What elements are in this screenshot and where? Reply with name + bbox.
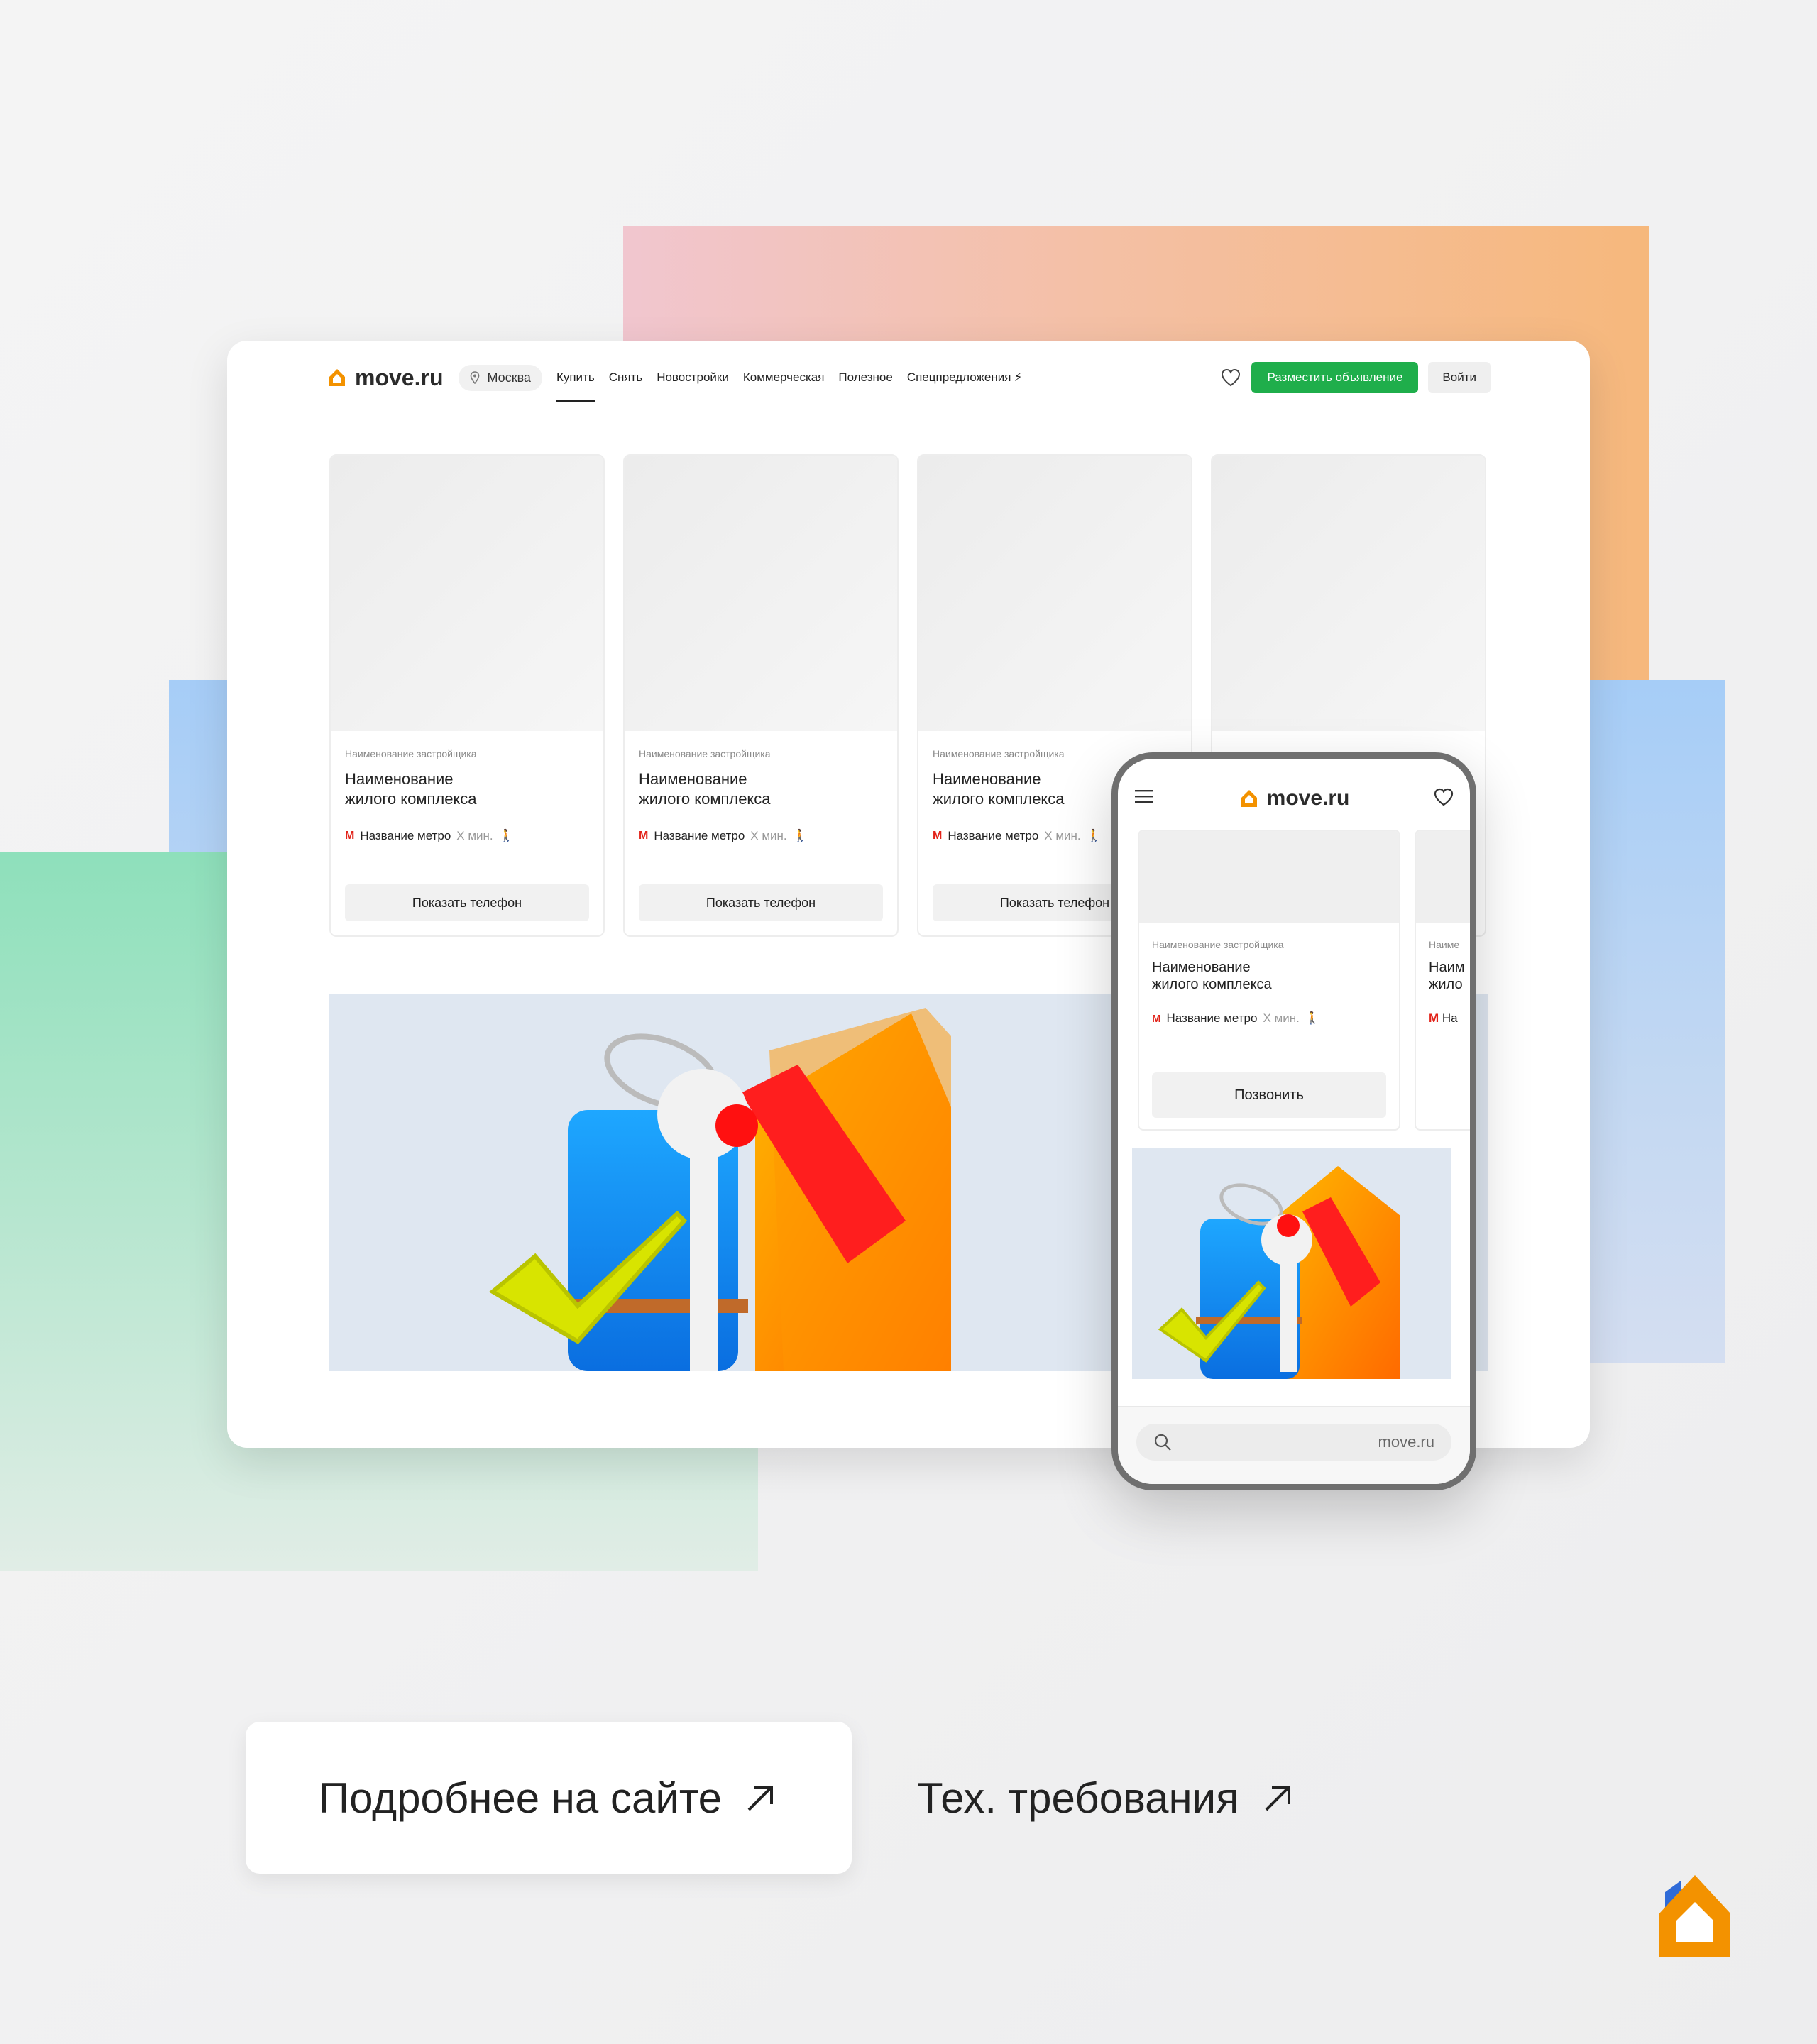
- card-developer: Наиме: [1429, 939, 1460, 950]
- card-title-line-1: Наим: [1429, 960, 1465, 975]
- phone-listing-card[interactable]: Наименование застройщика Наименование жи…: [1138, 830, 1400, 1131]
- card-title: Наименование жилого комплекса: [345, 770, 477, 808]
- heart-icon[interactable]: [1220, 368, 1241, 388]
- post-ad-button[interactable]: Разместить объявление: [1251, 362, 1419, 393]
- site-header: move.ru Москва Купить Снять Новостройки …: [326, 356, 1491, 402]
- card-developer: Наименование застройщика: [1152, 939, 1284, 950]
- header-actions: Разместить объявление Войти: [1220, 362, 1491, 393]
- more-on-site-button[interactable]: Подробнее на сайте: [246, 1722, 852, 1874]
- browser-bar: move.ru: [1118, 1406, 1470, 1484]
- card-image: [1416, 831, 1470, 923]
- walking-icon: 🚶: [792, 829, 808, 842]
- metro-icon: M: [639, 830, 649, 842]
- metro-minutes: Х мин.: [750, 829, 787, 842]
- address-url: move.ru: [1378, 1433, 1434, 1451]
- card-title: Наим жило: [1429, 959, 1470, 993]
- nav-buy[interactable]: Купить: [556, 363, 595, 402]
- phone-logo[interactable]: move.ru: [1239, 786, 1350, 811]
- card-image: [918, 456, 1191, 731]
- walking-icon: 🚶: [1086, 829, 1102, 842]
- metro-minutes: Х мин.: [1044, 829, 1081, 842]
- phone-promo-banner[interactable]: [1132, 1148, 1451, 1379]
- card-metro: M На: [1429, 1011, 1458, 1025]
- card-developer: Наименование застройщика: [345, 748, 477, 759]
- card-image: [1139, 831, 1399, 923]
- listing-card[interactable]: Наименование застройщика Наименование жи…: [329, 454, 605, 937]
- menu-icon[interactable]: [1135, 789, 1153, 804]
- tech-requirements-label: Тех. требования: [917, 1774, 1239, 1822]
- listing-card[interactable]: Наименование застройщика Наименование жи…: [623, 454, 899, 937]
- arrow-up-right-icon: [1265, 1786, 1290, 1811]
- metro-name: Название метро: [948, 829, 1039, 842]
- main-nav: Купить Снять Новостройки Коммерческая По…: [556, 363, 1023, 402]
- city-selector[interactable]: Москва: [459, 364, 542, 391]
- login-button[interactable]: Войти: [1428, 362, 1491, 393]
- search-icon: [1154, 1434, 1171, 1451]
- metro-icon: M: [345, 830, 355, 842]
- more-on-site-label: Подробнее на сайте: [318, 1774, 723, 1822]
- nav-special-offers[interactable]: Спецпредложения ⚡: [907, 363, 1023, 392]
- walking-icon: 🚶: [498, 829, 514, 842]
- card-metro: M Название метро Х мин. 🚶: [345, 829, 589, 843]
- brand-logo-icon: [1241, 790, 1257, 807]
- logo-text: move.ru: [355, 364, 444, 390]
- metro-name: Название метро: [1166, 1011, 1258, 1025]
- phone-mockup: move.ru Наименование застройщика Наимено…: [1111, 752, 1476, 1490]
- nav-commercial[interactable]: Коммерческая: [743, 363, 825, 392]
- site-logo[interactable]: move.ru: [326, 365, 443, 391]
- metro-minutes: Х мин.: [1263, 1011, 1300, 1025]
- walking-icon: 🚶: [1305, 1011, 1320, 1025]
- nav-useful[interactable]: Полезное: [838, 363, 892, 392]
- show-phone-button[interactable]: Показать телефон: [639, 884, 883, 921]
- call-button[interactable]: Позвонить: [1152, 1072, 1386, 1118]
- card-image: [331, 456, 603, 731]
- key-house-illustration: [1158, 1166, 1400, 1379]
- nav-new-buildings[interactable]: Новостройки: [657, 363, 729, 392]
- card-title: Наименование жилого комплекса: [1152, 960, 1272, 992]
- metro-name: На: [1442, 1011, 1458, 1025]
- metro-icon: M: [933, 830, 943, 842]
- card-image: [625, 456, 897, 731]
- metro-minutes: Х мин.: [456, 829, 493, 842]
- metro-name: Название метро: [654, 829, 745, 842]
- card-developer: Наименование застройщика: [639, 748, 771, 759]
- nav-rent[interactable]: Снять: [609, 363, 643, 392]
- brand-logo-icon: [1659, 1875, 1730, 1957]
- nav-special-offers-label: Спецпредложения: [906, 370, 1011, 384]
- show-phone-button[interactable]: Показать телефон: [345, 884, 589, 921]
- card-metro: M Название метро Х мин. 🚶: [1152, 1011, 1386, 1026]
- metro-icon: M: [1152, 1012, 1161, 1025]
- brand-logo-icon: [329, 369, 345, 386]
- heart-icon[interactable]: [1433, 787, 1454, 807]
- arrow-up-right-icon: [747, 1786, 774, 1811]
- location-pin-icon: [471, 371, 480, 384]
- metro-name: Название метро: [360, 829, 451, 842]
- phone-listing-card-partial[interactable]: Наиме Наим жило M На: [1415, 830, 1470, 1131]
- address-bar[interactable]: move.ru: [1136, 1424, 1451, 1461]
- city-label: Москва: [487, 370, 531, 385]
- card-image: [1212, 456, 1485, 731]
- card-title: Наименование жилого комплекса: [639, 770, 771, 808]
- phone-header: move.ru: [1118, 780, 1470, 817]
- logo-text: move.ru: [1266, 786, 1350, 810]
- lightning-icon: ⚡: [1014, 370, 1023, 384]
- card-title-line-2: жило: [1429, 977, 1463, 992]
- tech-requirements-link[interactable]: Тех. требования: [917, 1722, 1371, 1874]
- card-metro: M Название метро Х мин. 🚶: [639, 829, 883, 843]
